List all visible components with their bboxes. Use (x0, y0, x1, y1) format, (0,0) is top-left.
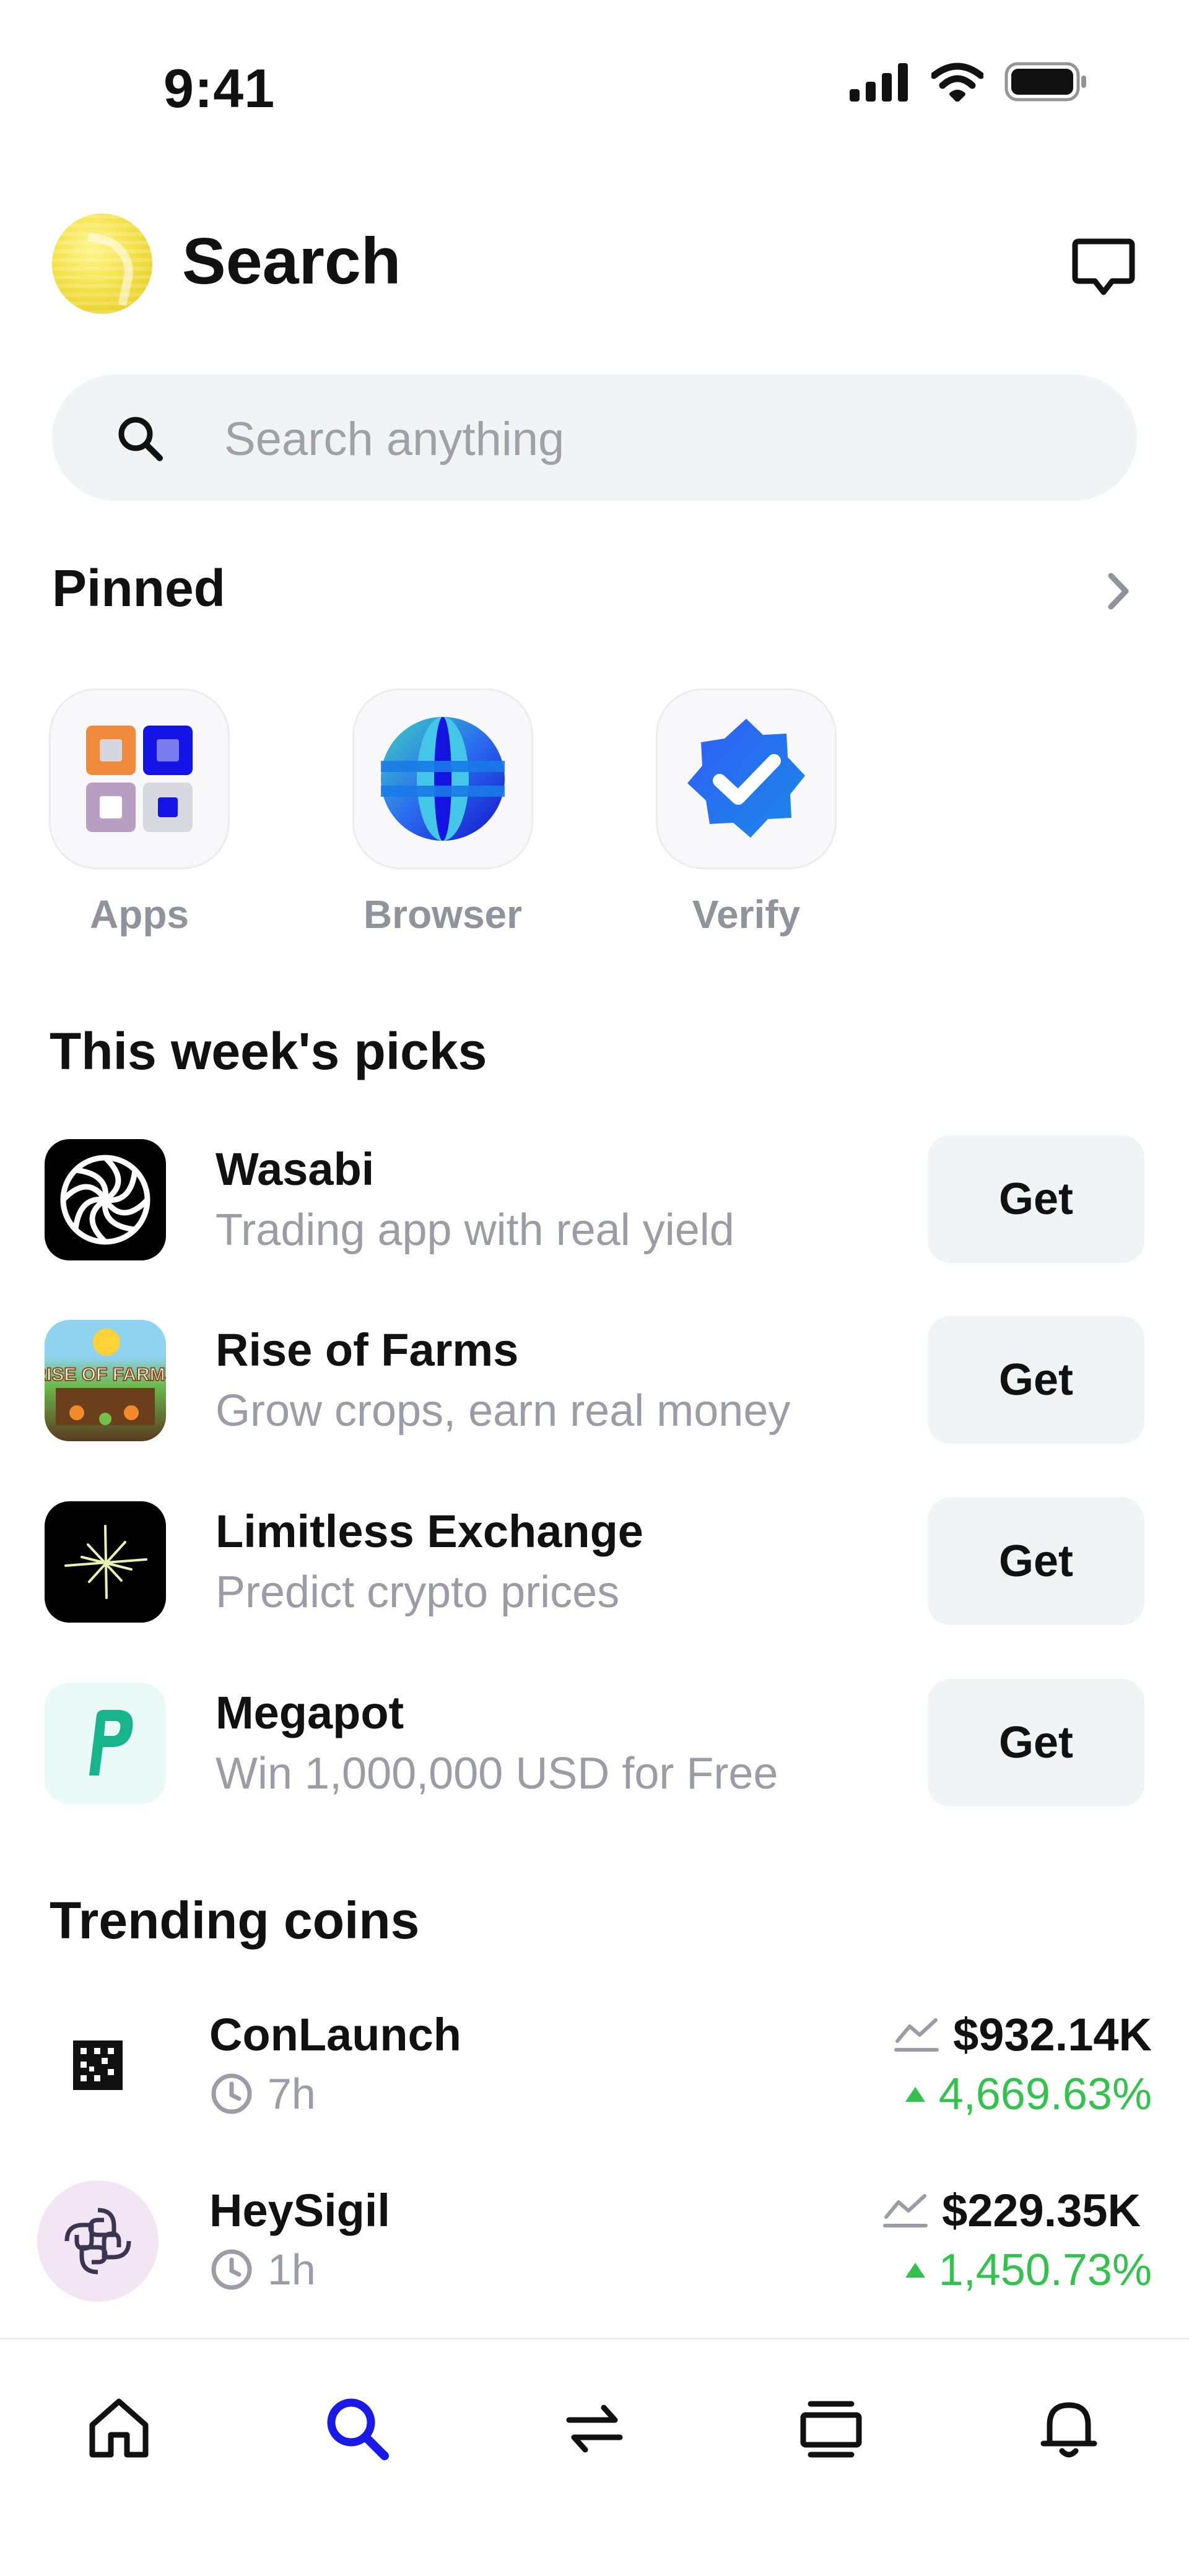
coin-market-cap: $229.35K (882, 2184, 1141, 2237)
globe-icon (381, 717, 505, 841)
pin-icon-tile (352, 688, 533, 869)
coin-market-cap: $932.14K (894, 2008, 1152, 2061)
get-button[interactable]: Get (928, 1135, 1144, 1263)
coin-change: 4,669.63% (903, 2069, 1152, 2120)
pinned-item-browser[interactable]: Browser (352, 688, 533, 937)
clock-icon (211, 2249, 252, 2290)
app-description: Predict crypto prices (216, 1568, 620, 1617)
app-description: Trading app with real yield (216, 1205, 734, 1255)
pin-icon-tile (656, 688, 837, 869)
svg-text:RISE OF FARMS: RISE OF FARMS (45, 1364, 166, 1385)
search-icon (115, 414, 165, 463)
chart-line-icon (883, 2193, 928, 2227)
tab-notifications[interactable] (1026, 2385, 1112, 2471)
search-icon (327, 2398, 389, 2460)
trending-section-title: Trending coins (50, 1891, 420, 1949)
pin-label: Apps (90, 892, 189, 937)
search-input[interactable] (223, 409, 1092, 469)
megapot-logo (45, 1683, 166, 1804)
heysigil-logo (37, 2180, 159, 2302)
list-item[interactable]: Limitless Exchange Predict crypto prices… (45, 1498, 1147, 1630)
market-cap-value: $229.35K (942, 2185, 1141, 2236)
tab-home[interactable] (76, 2385, 162, 2471)
change-value: 4,669.63% (938, 2070, 1152, 2119)
table-row[interactable]: ConLaunch 7h $932.14K 4,669.63% (37, 2005, 1152, 2135)
coin-age: 1h (209, 2245, 316, 2294)
tab-search[interactable] (313, 2385, 400, 2471)
coin-change: 1,450.73% (903, 2245, 1152, 2296)
coin-age: 7h (209, 2069, 316, 2118)
arrow-up-icon (905, 2263, 925, 2278)
pinned-item-verify[interactable]: Verify (656, 688, 837, 937)
limitless-logo (45, 1501, 166, 1623)
coin-age-label: 7h (268, 2070, 316, 2118)
home-icon (89, 2398, 149, 2458)
table-row[interactable]: HeySigil 1h $229.35K 1,450.73% (37, 2180, 1152, 2310)
avatar[interactable] (52, 214, 152, 314)
bell-icon (1040, 2402, 1097, 2458)
app-name: Limitless Exchange (216, 1506, 643, 1557)
rise-of-farms-logo: RISE OF FARMS (45, 1320, 166, 1441)
change-value: 1,450.73% (938, 2245, 1152, 2295)
pin-label: Verify (692, 892, 801, 937)
wasabi-logo (45, 1139, 166, 1260)
app-description: Win 1,000,000 USD for Free (216, 1749, 778, 1798)
market-cap-value: $932.14K (953, 2009, 1152, 2060)
chat-button[interactable] (1071, 235, 1136, 300)
pinned-list: Apps Browser Verify (49, 688, 837, 937)
status-time: 9:41 (163, 58, 276, 119)
pin-label: Browser (363, 892, 523, 937)
apps-grid-icon (86, 726, 193, 832)
get-button[interactable]: Get (928, 1679, 1144, 1806)
app-name: Megapot (216, 1687, 404, 1738)
arrow-up-icon (905, 2087, 925, 2102)
signal-icon (850, 63, 908, 102)
pinned-see-all-button[interactable] (1104, 570, 1135, 613)
app-name: Wasabi (216, 1143, 375, 1195)
pinned-section-title: Pinned (52, 559, 226, 617)
tab-cards[interactable] (788, 2385, 874, 2471)
get-button[interactable]: Get (928, 1498, 1144, 1625)
clock-icon (211, 2073, 252, 2114)
list-item[interactable]: Megapot Win 1,000,000 USD for Free Get (45, 1679, 1147, 1811)
list-item[interactable]: Wasabi Trading app with real yield Get (45, 1135, 1147, 1268)
cards-icon (800, 2401, 862, 2458)
get-button[interactable]: Get (928, 1316, 1144, 1444)
chevron-right-icon (1108, 573, 1129, 610)
battery-icon (1004, 62, 1086, 102)
page-title: Search (182, 225, 401, 298)
app-name: Rise of Farms (216, 1324, 519, 1376)
coin-age-label: 1h (268, 2245, 316, 2294)
pinned-item-apps[interactable]: Apps (49, 688, 230, 937)
tab-swap[interactable] (551, 2385, 638, 2471)
picks-section-title: This week's picks (50, 1022, 487, 1080)
chat-icon (1072, 238, 1135, 295)
wifi-icon (931, 63, 983, 102)
list-item[interactable]: RISE OF FARMS Rise of Farms Grow crops, … (45, 1316, 1147, 1449)
swap-icon (566, 2405, 623, 2453)
app-description: Grow crops, earn real money (216, 1386, 791, 1436)
conlaunch-logo (37, 2005, 159, 2126)
pin-icon-tile (49, 688, 230, 869)
verified-badge-icon (687, 719, 805, 838)
coin-name: ConLaunch (209, 2009, 461, 2060)
chart-line-icon (894, 2018, 939, 2052)
status-icons (848, 62, 1087, 102)
coin-name: HeySigil (209, 2185, 390, 2236)
